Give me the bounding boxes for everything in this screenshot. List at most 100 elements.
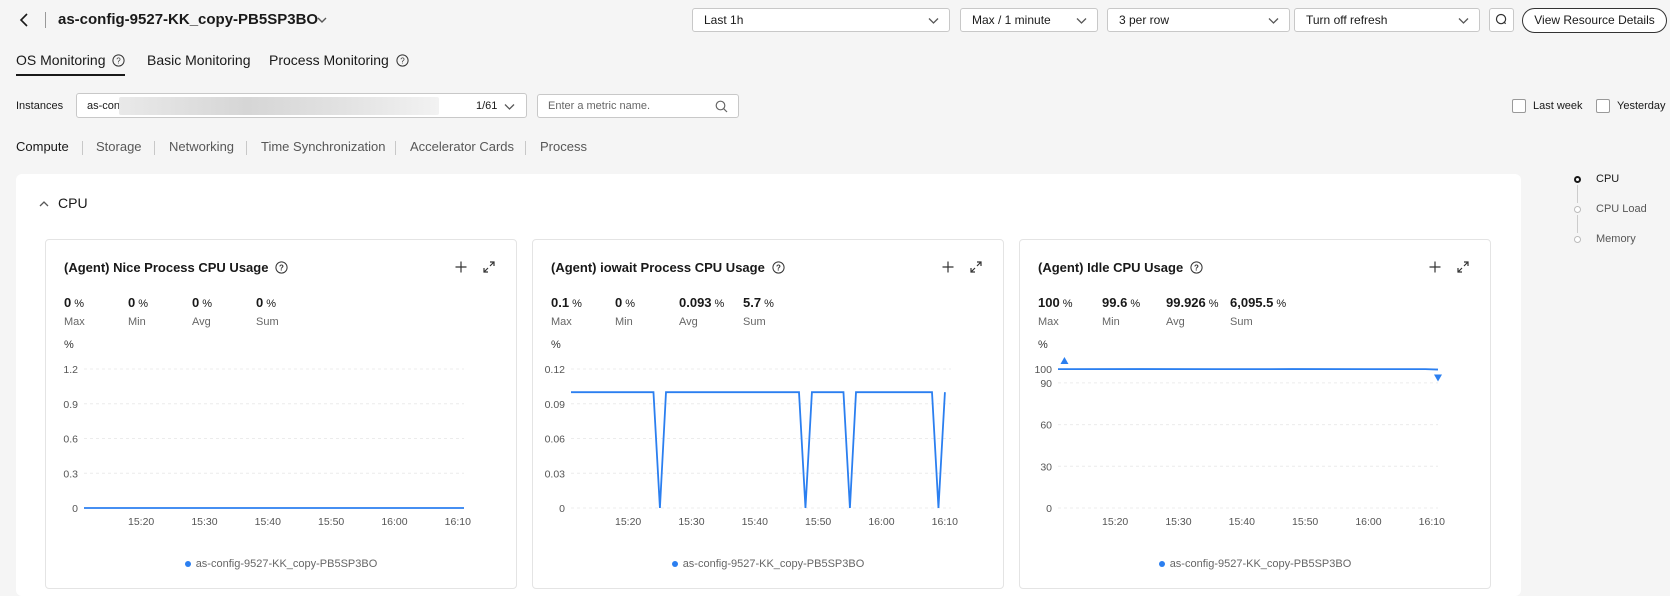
stat-label: Min	[615, 316, 633, 328]
tab-os-monitoring[interactable]: OS Monitoring ?	[16, 52, 126, 76]
help-icon[interactable]: ?	[1190, 261, 1203, 274]
instance-count: 1/61	[476, 100, 498, 112]
tab-divider	[525, 141, 526, 155]
x-tick-label: 15:20	[128, 516, 154, 528]
legend-dot	[184, 561, 191, 568]
metric-search-input[interactable]: Enter a metric name.	[537, 94, 739, 118]
stat-value: 5.7%	[743, 295, 774, 310]
expand-icon[interactable]	[969, 260, 983, 274]
chart-legend[interactable]: as-config-9527-KK_copy-PB5SP3BO	[46, 558, 516, 570]
stat-unit: %	[1062, 298, 1073, 310]
x-tick-label: 15:50	[318, 516, 344, 528]
add-icon[interactable]	[941, 260, 955, 274]
add-icon[interactable]	[1428, 260, 1442, 274]
y-tick-label: 60	[1040, 420, 1052, 432]
subtab-process[interactable]: Process	[540, 139, 587, 154]
svg-text:?: ?	[400, 56, 405, 65]
refresh-button[interactable]	[1489, 8, 1514, 32]
time-range-select[interactable]: Last 1h	[692, 8, 950, 32]
card-title-text: (Agent) iowait Process CPU Usage	[551, 260, 765, 275]
last-week-checkbox[interactable]	[1512, 99, 1526, 113]
svg-text:?: ?	[117, 56, 122, 65]
y-tick-label: 30	[1040, 461, 1052, 473]
max-marker	[1060, 357, 1069, 364]
x-tick-label: 16:10	[932, 516, 958, 528]
redacted-instance-name	[119, 97, 439, 115]
x-tick-label: 15:50	[805, 516, 831, 528]
cpu-section-panel: CPU (Agent) Nice Process CPU Usage? 0% Max…	[16, 174, 1521, 596]
help-icon[interactable]: ?	[112, 53, 126, 67]
tab-divider	[246, 141, 247, 155]
line-chart: % 0.12 0.09 0.06 0.03 0 15:20 15:30 15:40 15:50 16…	[545, 340, 959, 528]
instance-value: as-con	[87, 100, 121, 112]
y-tick-label: 0.9	[63, 399, 78, 411]
stat-label: Sum	[743, 316, 766, 328]
subtab-storage[interactable]: Storage	[96, 139, 142, 154]
search-icon[interactable]	[715, 100, 728, 113]
y-tick-label: 0.03	[545, 468, 566, 480]
tab-basic-monitoring[interactable]: Basic Monitoring	[147, 52, 251, 68]
stat-unit: %	[1208, 298, 1219, 310]
aggregation-value: Max / 1 minute	[972, 13, 1051, 27]
stat-value: 6,095.5%	[1230, 295, 1287, 310]
section-title: CPU	[58, 195, 88, 211]
chart-legend[interactable]: as-config-9527-KK_copy-PB5SP3BO	[533, 558, 1003, 570]
svg-text:?: ?	[776, 264, 781, 273]
anchor-item-cpu[interactable]: CPU	[1596, 173, 1619, 185]
anchor-dot	[1574, 176, 1581, 183]
subtab-networking[interactable]: Networking	[169, 139, 234, 154]
chart-legend[interactable]: as-config-9527-KK_copy-PB5SP3BO	[1020, 558, 1490, 570]
page-title: as-config-9527-KK_copy-PB5SP3BO	[58, 11, 319, 28]
expand-icon[interactable]	[1456, 260, 1470, 274]
y-tick-label: 90	[1040, 378, 1052, 390]
view-resource-details-button[interactable]: View Resource Details	[1522, 8, 1667, 33]
stat-value: 0%	[64, 295, 85, 310]
refresh-select[interactable]: Turn off refresh	[1294, 8, 1480, 32]
stat-value: 0%	[615, 295, 636, 310]
metric-card: (Agent) Idle CPU Usage? 100% Max 99.6% Min 99…	[1019, 239, 1491, 589]
help-icon[interactable]: ?	[275, 261, 289, 274]
anchor-item-cpu-load[interactable]: CPU Load	[1596, 203, 1647, 215]
y-tick-label: 1.2	[63, 364, 78, 376]
stat-unit: %	[625, 298, 636, 310]
subtab-compute[interactable]: Compute	[16, 139, 69, 154]
add-icon[interactable]	[454, 260, 468, 274]
refresh-value: Turn off refresh	[1306, 13, 1388, 27]
aggregation-select[interactable]: Max / 1 minute	[960, 8, 1098, 32]
x-tick-label: 15:30	[1165, 516, 1191, 528]
back-arrow-icon[interactable]	[16, 10, 34, 30]
y-tick-label: 0.12	[545, 364, 566, 376]
instances-label: Instances	[16, 100, 64, 112]
card-title: (Agent) iowait Process CPU Usage?	[551, 260, 785, 275]
chevron-up-icon[interactable]	[38, 198, 50, 210]
title-divider	[45, 12, 46, 28]
tab-process-monitoring[interactable]: Process Monitoring ?	[269, 52, 409, 68]
help-icon[interactable]: ?	[396, 53, 409, 67]
per-row-select[interactable]: 3 per row	[1107, 8, 1290, 32]
stat-value: 0.1%	[551, 295, 582, 310]
chevron-down-icon[interactable]	[316, 14, 328, 26]
stat-value: 100%	[1038, 295, 1073, 310]
stat-label: Avg	[192, 316, 211, 328]
legend-label: as-config-9527-KK_copy-PB5SP3BO	[682, 558, 865, 570]
metric-placeholder: Enter a metric name.	[548, 100, 651, 112]
anchor-item-memory[interactable]: Memory	[1596, 233, 1636, 245]
stat-unit: %	[74, 298, 85, 310]
instances-select[interactable]: as-con 1/61	[76, 93, 527, 118]
stat-label: Max	[64, 316, 85, 328]
yesterday-checkbox[interactable]	[1596, 99, 1610, 113]
refresh-icon	[1495, 13, 1507, 25]
legend-label: as-config-9527-KK_copy-PB5SP3BO	[1169, 558, 1352, 570]
stat-unit: %	[138, 298, 149, 310]
stat-sum: 5.7% Sum	[743, 295, 774, 328]
expand-icon[interactable]	[482, 260, 496, 274]
x-tick-label: 15:40	[742, 516, 768, 528]
x-tick-label: 16:00	[868, 516, 894, 528]
help-icon[interactable]: ?	[772, 261, 785, 274]
stat-value: 0%	[128, 295, 149, 310]
subtab-accelerator-cards[interactable]: Accelerator Cards	[410, 139, 514, 154]
last-week-label: Last week	[1533, 100, 1583, 112]
stat-label: Max	[551, 316, 572, 328]
subtab-time-synchronization[interactable]: Time Synchronization	[261, 139, 386, 154]
yesterday-label: Yesterday	[1617, 100, 1666, 112]
